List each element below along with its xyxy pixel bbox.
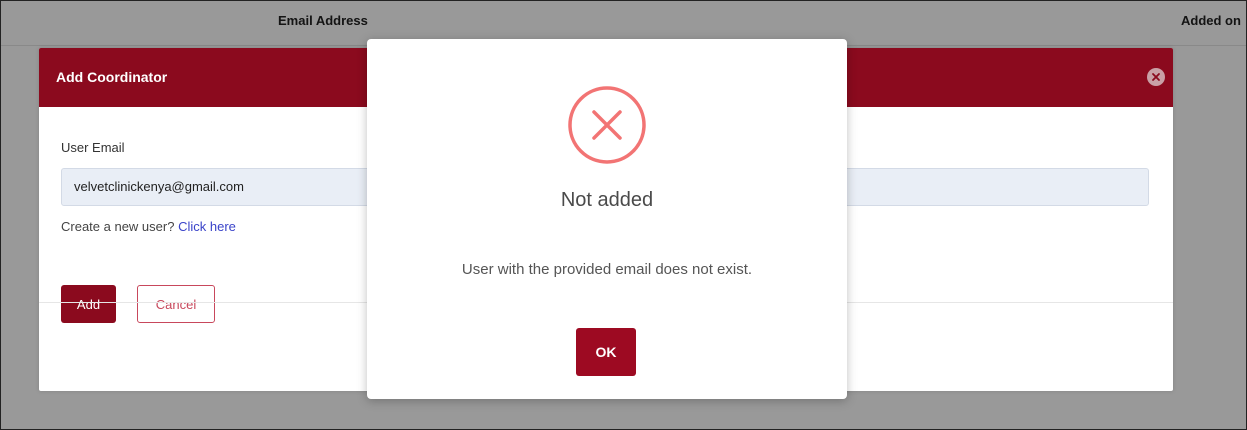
- create-user-text: Create a new user?: [61, 219, 175, 234]
- error-x-icon: [567, 85, 647, 165]
- modal-title: Add Coordinator: [56, 69, 168, 85]
- app-window: Email Address Added on Add Coordinator U…: [0, 0, 1247, 430]
- close-icon[interactable]: [1147, 68, 1165, 86]
- error-alert-dialog: Not added User with the provided email d…: [367, 39, 847, 399]
- ok-button[interactable]: OK: [576, 328, 636, 376]
- alert-title: Not added: [560, 189, 654, 211]
- add-button[interactable]: Add: [61, 285, 116, 323]
- user-email-label: User Email: [61, 140, 125, 155]
- create-user-prompt: Create a new user? Click here: [61, 219, 236, 234]
- alert-message: User with the provided email does not ex…: [461, 261, 753, 278]
- create-user-link[interactable]: Click here: [178, 219, 236, 234]
- cancel-button[interactable]: Cancel: [137, 285, 215, 323]
